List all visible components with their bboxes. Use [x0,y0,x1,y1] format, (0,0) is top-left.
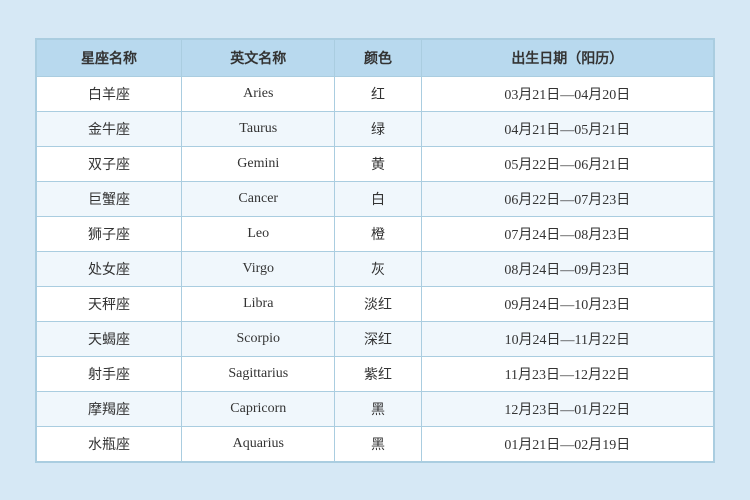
table-cell-4-0: 狮子座 [37,216,182,251]
table-cell-8-3: 11月23日—12月22日 [421,356,713,391]
table-row: 巨蟹座Cancer白06月22日—07月23日 [37,181,714,216]
table-cell-8-2: 紫红 [335,356,421,391]
table-cell-2-3: 05月22日—06月21日 [421,146,713,181]
table-cell-1-0: 金牛座 [37,111,182,146]
table-cell-9-3: 12月23日—01月22日 [421,391,713,426]
table-row: 摩羯座Capricorn黑12月23日—01月22日 [37,391,714,426]
table-cell-3-2: 白 [335,181,421,216]
column-header-1: 英文名称 [182,39,335,76]
column-header-2: 颜色 [335,39,421,76]
table-cell-9-1: Capricorn [182,391,335,426]
zodiac-table-wrapper: 星座名称英文名称颜色出生日期（阳历） 白羊座Aries红03月21日—04月20… [35,38,715,463]
table-cell-1-3: 04月21日—05月21日 [421,111,713,146]
table-cell-0-1: Aries [182,76,335,111]
column-header-3: 出生日期（阳历） [421,39,713,76]
table-cell-3-0: 巨蟹座 [37,181,182,216]
table-cell-3-1: Cancer [182,181,335,216]
table-cell-4-2: 橙 [335,216,421,251]
table-row: 狮子座Leo橙07月24日—08月23日 [37,216,714,251]
table-cell-4-1: Leo [182,216,335,251]
table-row: 水瓶座Aquarius黑01月21日—02月19日 [37,426,714,461]
table-cell-2-0: 双子座 [37,146,182,181]
table-cell-2-1: Gemini [182,146,335,181]
table-cell-6-1: Libra [182,286,335,321]
table-cell-7-0: 天蝎座 [37,321,182,356]
table-header-row: 星座名称英文名称颜色出生日期（阳历） [37,39,714,76]
table-cell-10-1: Aquarius [182,426,335,461]
table-row: 天蝎座Scorpio深红10月24日—11月22日 [37,321,714,356]
table-row: 处女座Virgo灰08月24日—09月23日 [37,251,714,286]
table-cell-2-2: 黄 [335,146,421,181]
table-cell-7-1: Scorpio [182,321,335,356]
table-cell-6-0: 天秤座 [37,286,182,321]
zodiac-table: 星座名称英文名称颜色出生日期（阳历） 白羊座Aries红03月21日—04月20… [36,39,714,462]
table-cell-0-3: 03月21日—04月20日 [421,76,713,111]
table-cell-9-0: 摩羯座 [37,391,182,426]
table-cell-7-2: 深红 [335,321,421,356]
table-cell-9-2: 黑 [335,391,421,426]
table-cell-1-2: 绿 [335,111,421,146]
table-row: 天秤座Libra淡红09月24日—10月23日 [37,286,714,321]
table-cell-6-2: 淡红 [335,286,421,321]
table-cell-1-1: Taurus [182,111,335,146]
table-row: 射手座Sagittarius紫红11月23日—12月22日 [37,356,714,391]
table-row: 金牛座Taurus绿04月21日—05月21日 [37,111,714,146]
table-cell-0-2: 红 [335,76,421,111]
table-cell-5-0: 处女座 [37,251,182,286]
table-row: 双子座Gemini黄05月22日—06月21日 [37,146,714,181]
table-cell-6-3: 09月24日—10月23日 [421,286,713,321]
table-cell-8-1: Sagittarius [182,356,335,391]
table-cell-8-0: 射手座 [37,356,182,391]
table-cell-0-0: 白羊座 [37,76,182,111]
table-cell-10-0: 水瓶座 [37,426,182,461]
table-cell-5-2: 灰 [335,251,421,286]
table-row: 白羊座Aries红03月21日—04月20日 [37,76,714,111]
table-cell-10-2: 黑 [335,426,421,461]
table-cell-10-3: 01月21日—02月19日 [421,426,713,461]
table-body: 白羊座Aries红03月21日—04月20日金牛座Taurus绿04月21日—0… [37,76,714,461]
table-cell-5-3: 08月24日—09月23日 [421,251,713,286]
table-cell-3-3: 06月22日—07月23日 [421,181,713,216]
table-cell-7-3: 10月24日—11月22日 [421,321,713,356]
table-cell-4-3: 07月24日—08月23日 [421,216,713,251]
column-header-0: 星座名称 [37,39,182,76]
table-cell-5-1: Virgo [182,251,335,286]
